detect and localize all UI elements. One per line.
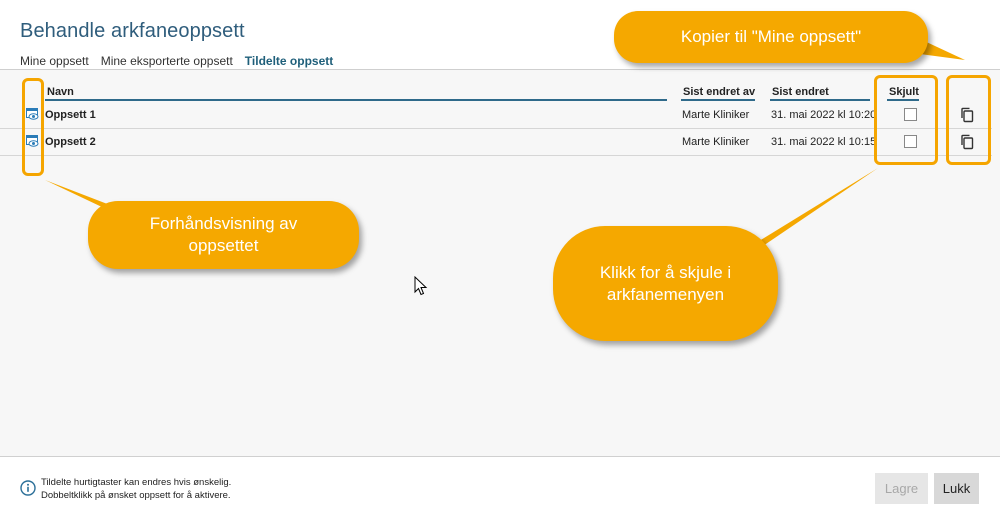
save-button[interactable]: Lagre xyxy=(875,473,928,504)
row-changed-by: Marte Kliniker xyxy=(682,109,750,121)
preview-icon[interactable] xyxy=(26,135,39,148)
callout-hide-text: Klikk for å skjule i arkfanemenyen xyxy=(599,262,732,304)
column-divider xyxy=(681,99,755,101)
close-button[interactable]: Lukk xyxy=(934,473,979,504)
callout-hide: Klikk for å skjule i arkfanemenyen xyxy=(553,226,778,341)
column-divider xyxy=(887,99,919,101)
callout-preview: Forhåndsvisning av oppsettet xyxy=(88,201,359,269)
column-header-changed-by[interactable]: Sist endret av xyxy=(683,86,755,98)
hidden-checkbox[interactable] xyxy=(904,135,917,148)
dialog-footer: Tildelte hurtigtaster kan endres hvis øn… xyxy=(0,456,1000,516)
column-divider xyxy=(770,99,870,101)
callout-copy: Kopier til "Mine oppsett" xyxy=(614,11,928,63)
row-changed: 31. mai 2022 kl 10:15 xyxy=(771,136,877,148)
hidden-checkbox[interactable] xyxy=(904,108,917,121)
table-row[interactable]: Oppsett 1 Marte Kliniker 31. mai 2022 kl… xyxy=(0,102,992,129)
row-name: Oppsett 2 xyxy=(45,136,96,148)
info-line: Tildelte hurtigtaster kan endres hvis øn… xyxy=(41,477,232,488)
info-icon xyxy=(20,480,36,496)
copy-icon[interactable] xyxy=(960,107,974,123)
column-header-changed[interactable]: Sist endret xyxy=(772,86,829,98)
table-row[interactable]: Oppsett 2 Marte Kliniker 31. mai 2022 kl… xyxy=(0,129,992,156)
preview-icon[interactable] xyxy=(26,108,39,121)
mouse-cursor-icon xyxy=(414,276,428,296)
callout-preview-text: Forhåndsvisning av oppsettet xyxy=(149,214,298,255)
column-divider xyxy=(45,99,667,101)
info-text: Tildelte hurtigtaster kan endres hvis øn… xyxy=(41,476,231,502)
table-header: Navn Sist endret av Sist endret Skjult xyxy=(0,84,1000,102)
row-changed: 31. mai 2022 kl 10:20 xyxy=(771,109,877,121)
dialog-title: Behandle arkfaneoppsett xyxy=(20,20,245,42)
column-header-hidden[interactable]: Skjult xyxy=(889,86,919,98)
column-header-name[interactable]: Navn xyxy=(47,86,74,98)
info-line: Dobbeltklikk på ønsket oppsett for å akt… xyxy=(41,490,231,501)
copy-icon[interactable] xyxy=(960,134,974,150)
row-name: Oppsett 1 xyxy=(45,109,96,121)
row-changed-by: Marte Kliniker xyxy=(682,136,750,148)
